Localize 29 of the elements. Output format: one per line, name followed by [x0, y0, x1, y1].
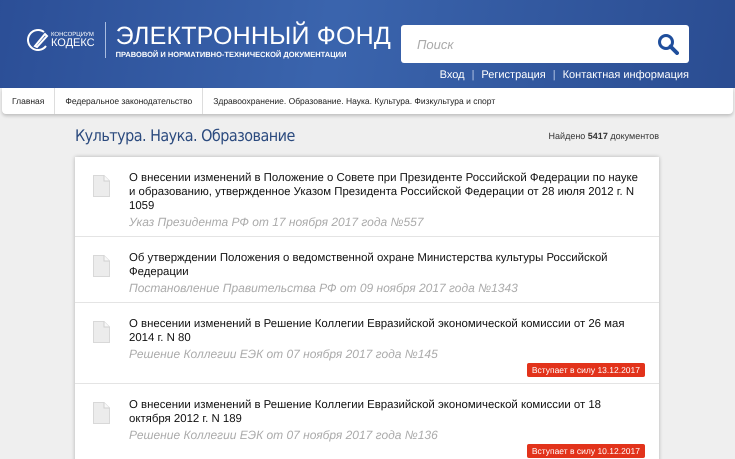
breadcrumb-link[interactable]: Главная — [2, 88, 56, 114]
effective-date-badge: Вступает в силу 13.12.2017 — [526, 363, 645, 377]
header-link[interactable]: Регистрация — [481, 69, 546, 81]
header-link[interactable]: Контактная информация — [562, 69, 689, 81]
search-field[interactable]: Поиск — [401, 25, 689, 63]
link-separator: | — [552, 69, 556, 81]
document-link[interactable]: Об утверждении Положения о ведомственной охране Министерства культуры Российской Федерации — [129, 251, 645, 279]
page-title: Культура. Наука. Образование — [75, 126, 295, 145]
breadcrumb-link[interactable]: Здравоохранение. Образование. Наука. Культура. Физкультура и спорт — [203, 88, 506, 114]
document-icon — [93, 175, 110, 197]
document-source: Решение Коллегии ЕЭК от 07 ноября 2017 года №136 — [129, 428, 439, 443]
document-link[interactable]: О внесении изменений в Решение Коллегии Евразийской экономической комиссии от 18 октября 2012 г. N 189 — [129, 398, 645, 426]
link-separator: | — [472, 69, 474, 81]
site-title: ЭЛЕКТРОННЫЙ ФОНД — [116, 22, 392, 50]
document-link[interactable]: О внесении изменений в Положение о Совете при Президенте Российской Федерации по науке и образованию, утвержденное Указом Президента Российской Федерации от 28 июля 2012 г. N 1059 — [129, 171, 645, 213]
document-link[interactable]: О внесении изменений в Решение Коллегии Евразийской экономической комиссии от 26 мая 2014 г. N 80 — [129, 317, 645, 345]
document-source: Постановление Правительства РФ от 09 ноября 2017 года №1343 — [129, 281, 519, 296]
logo-name: КОДЕКС — [51, 38, 95, 48]
results-count: Найдено 5417 документов — [548, 130, 659, 140]
document-icon — [93, 402, 110, 424]
document-icon — [93, 255, 110, 277]
effective-date-badge: Вступает в силу 10.12.2017 — [526, 444, 645, 458]
breadcrumb-link[interactable]: Федеральное законодательство — [55, 88, 204, 114]
document-source: Указ Президента РФ от 17 ноября 2017 года №557 — [129, 215, 425, 230]
document-source: Решение Коллегии ЕЭК от 07 ноября 2017 года №145 — [129, 347, 439, 362]
search-icon[interactable] — [657, 33, 679, 55]
document-icon — [93, 321, 110, 343]
header-link[interactable]: Вход — [440, 69, 465, 81]
pen-swirl-icon — [27, 28, 49, 52]
